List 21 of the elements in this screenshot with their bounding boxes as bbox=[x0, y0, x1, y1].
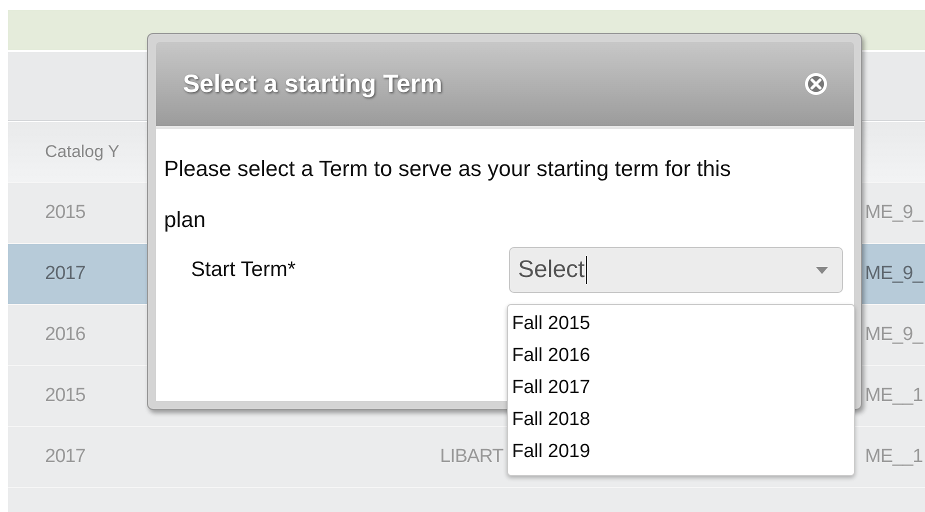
dropdown-option[interactable]: Fall 2016 bbox=[512, 342, 850, 374]
table-cell: 2015 bbox=[45, 385, 86, 406]
close-icon[interactable] bbox=[804, 72, 828, 96]
dialog-title: Select a starting Term bbox=[183, 70, 442, 98]
dropdown-option[interactable]: Fall 2019 bbox=[512, 438, 850, 470]
table-cell: 2016 bbox=[45, 324, 86, 345]
table-cell: ME__1 bbox=[865, 446, 923, 467]
table-cell: 2017 bbox=[45, 263, 86, 284]
caret-icon bbox=[816, 266, 828, 274]
table-cell: 2015 bbox=[45, 202, 86, 223]
dropdown-option[interactable]: Fall 2015 bbox=[512, 310, 850, 342]
table-cell: ME_9_ bbox=[865, 263, 923, 284]
table-cell: ME__1 bbox=[865, 385, 923, 406]
table-cell: LIBART bbox=[440, 446, 504, 467]
table-cell: ME_9_ bbox=[865, 202, 923, 223]
dropdown-option[interactable]: Fall 2017 bbox=[512, 374, 850, 406]
table-cell: ME_9_ bbox=[865, 324, 923, 345]
dialog-message: Please select a Term to serve as your starting term for this plan bbox=[164, 155, 732, 234]
table-cell: 2017 bbox=[45, 446, 86, 467]
field-label: Start Term* bbox=[191, 258, 297, 282]
term-select[interactable]: Select bbox=[509, 247, 843, 293]
